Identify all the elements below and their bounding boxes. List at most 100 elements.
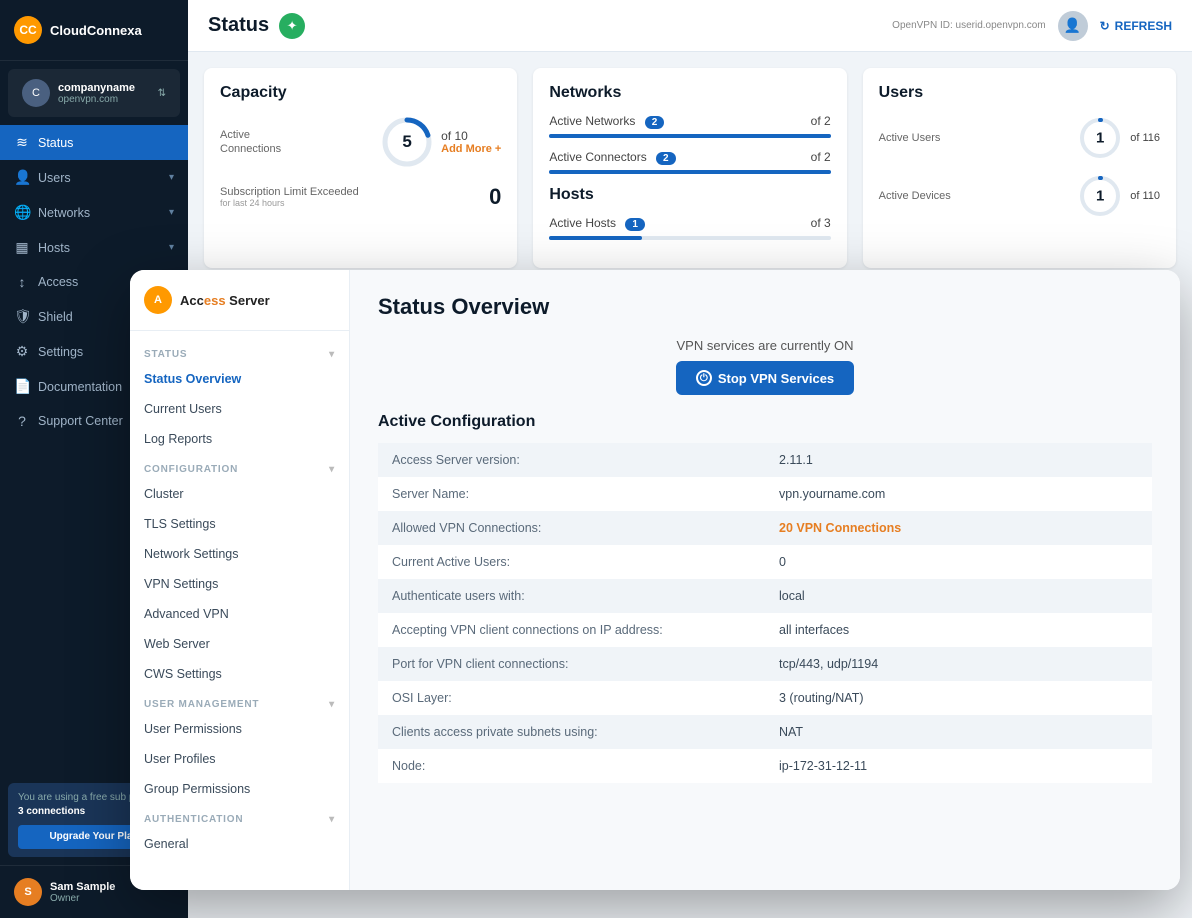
as-section-user-management: USER MANAGEMENT ▾ <box>130 689 349 714</box>
avatar: S <box>14 878 42 906</box>
sidebar-item-networks[interactable]: 🌐 Networks ▾ <box>0 195 188 230</box>
chevron-down-icon[interactable]: ▾ <box>329 699 335 710</box>
config-value: 3 (routing/NAT) <box>765 681 1152 715</box>
active-connectors-badge: 2 <box>656 152 676 165</box>
networks-icon: 🌐 <box>14 204 30 221</box>
config-label: Node: <box>378 749 765 783</box>
as-nav-tls-settings[interactable]: TLS Settings <box>130 509 349 539</box>
active-config-title: Active Configuration <box>378 413 1152 431</box>
user-management-section-label: USER MANAGEMENT <box>144 699 259 710</box>
as-nav: STATUS ▾ Status Overview Current Users L… <box>130 331 349 890</box>
active-devices-donut: 1 <box>1076 172 1124 220</box>
sidebar-item-label: Users <box>38 171 161 185</box>
exceeded-sub: for last 24 hours <box>220 198 359 208</box>
cc-logo-icon: CC <box>14 16 42 44</box>
refresh-button[interactable]: ↻ REFRESH <box>1100 19 1172 33</box>
chevron-down-icon[interactable]: ▾ <box>329 464 335 475</box>
as-nav-advanced-vpn[interactable]: Advanced VPN <box>130 599 349 629</box>
active-connectors-label: Active Connectors 2 <box>549 150 675 164</box>
table-row: Node:ip-172-31-12-11 <box>378 749 1152 783</box>
as-nav-user-permissions[interactable]: User Permissions <box>130 714 349 744</box>
active-devices-of: of 110 <box>1130 190 1160 202</box>
config-value: all interfaces <box>765 613 1152 647</box>
config-value: local <box>765 579 1152 613</box>
as-nav-group-permissions[interactable]: Group Permissions <box>130 774 349 804</box>
stop-vpn-button[interactable]: ⏻ Stop VPN Services <box>676 361 854 395</box>
power-icon: ⏻ <box>696 370 712 386</box>
status-grid: Capacity ActiveConnections 5 of 10 Add M… <box>188 52 1192 284</box>
networks-card: Networks Active Networks 2 of 2 Active C… <box>533 68 846 268</box>
chevron-down-icon: ▾ <box>169 172 174 183</box>
config-value: 0 <box>765 545 1152 579</box>
shield-icon: 🛡 <box>14 308 30 325</box>
as-nav-status-overview[interactable]: Status Overview <box>130 364 349 394</box>
config-value: tcp/443, udp/1194 <box>765 647 1152 681</box>
vpn-status-section: VPN services are currently ON ⏻ Stop VPN… <box>378 338 1152 395</box>
as-nav-web-server[interactable]: Web Server <box>130 629 349 659</box>
sidebar-item-hosts[interactable]: ▦ Hosts ▾ <box>0 230 188 265</box>
as-nav-general[interactable]: General <box>130 829 349 859</box>
access-icon: ↕ <box>14 274 30 290</box>
active-networks-bar <box>549 134 830 138</box>
user-role: Owner <box>50 893 115 904</box>
active-users-donut: 1 <box>1076 114 1124 162</box>
status-icon: ≋ <box>14 134 30 151</box>
openvpn-id-label: OpenVPN ID: userid.openvpn.com <box>892 20 1045 31</box>
capacity-of-value: of 10 <box>441 129 501 143</box>
capacity-title: Capacity <box>220 84 501 102</box>
as-nav-cluster[interactable]: Cluster <box>130 479 349 509</box>
as-section-status: STATUS ▾ <box>130 339 349 364</box>
sidebar-item-label: Hosts <box>38 241 161 255</box>
as-section-authentication: AUTHENTICATION ▾ <box>130 804 349 829</box>
active-users-of: of 116 <box>1130 132 1160 144</box>
chevron-down-icon[interactable]: ▾ <box>329 349 335 360</box>
chevron-down-icon[interactable]: ▾ <box>329 814 335 825</box>
config-value: vpn.yourname.com <box>765 477 1152 511</box>
as-nav-cws-settings[interactable]: CWS Settings <box>130 659 349 689</box>
networks-title: Networks <box>549 84 830 102</box>
as-nav-log-reports[interactable]: Log Reports <box>130 424 349 454</box>
active-networks-label: Active Networks 2 <box>549 114 664 128</box>
sidebar-item-label: Networks <box>38 206 161 220</box>
page-title: Status <box>208 14 269 37</box>
config-value: 20 VPN Connections <box>765 511 1152 545</box>
settings-icon: ⚙ <box>14 343 30 360</box>
sidebar-item-status[interactable]: ≋ Status <box>0 125 188 160</box>
active-config-table: Access Server version:2.11.1Server Name:… <box>378 443 1152 783</box>
table-row: Server Name:vpn.yourname.com <box>378 477 1152 511</box>
as-nav-current-users[interactable]: Current Users <box>130 394 349 424</box>
status-section-label: STATUS <box>144 349 187 360</box>
table-row: Port for VPN client connections:tcp/443,… <box>378 647 1152 681</box>
user-name: Sam Sample <box>50 881 115 893</box>
avatar: C <box>22 79 50 107</box>
as-nav-user-profiles[interactable]: User Profiles <box>130 744 349 774</box>
cc-account-switcher[interactable]: C companyname openvpn.com ⇅ <box>8 69 180 117</box>
support-icon: ? <box>14 413 30 429</box>
config-label: Server Name: <box>378 477 765 511</box>
table-row: Accepting VPN client connections on IP a… <box>378 613 1152 647</box>
user-account-icon[interactable]: 👤 <box>1058 11 1088 41</box>
exceeded-value: 0 <box>489 184 501 210</box>
table-row: Authenticate users with:local <box>378 579 1152 613</box>
chevron-down-icon: ▾ <box>169 207 174 218</box>
sidebar-item-users[interactable]: 👤 Users ▾ <box>0 160 188 195</box>
table-row: Clients access private subnets using:NAT <box>378 715 1152 749</box>
active-networks-of: of 2 <box>811 114 831 128</box>
active-users-label: Active Users <box>879 132 941 144</box>
chevron-down-icon: ⇅ <box>158 88 166 99</box>
config-value: NAT <box>765 715 1152 749</box>
as-nav-network-settings[interactable]: Network Settings <box>130 539 349 569</box>
users-title: Users <box>879 84 1160 102</box>
account-name: companyname <box>58 82 150 94</box>
chevron-down-icon: ▾ <box>169 242 174 253</box>
table-row: Access Server version:2.11.1 <box>378 443 1152 477</box>
config-label: Authenticate users with: <box>378 579 765 613</box>
hosts-icon: ▦ <box>14 239 30 256</box>
add-more-button[interactable]: Add More + <box>441 143 501 155</box>
sidebar-item-label: Status <box>38 136 174 150</box>
active-networks-badge: 2 <box>645 116 665 129</box>
active-connections-label: ActiveConnections <box>220 128 281 157</box>
shield-status-icon: ✦ <box>279 13 305 39</box>
exceeded-label: Subscription Limit Exceeded <box>220 186 359 198</box>
as-nav-vpn-settings[interactable]: VPN Settings <box>130 569 349 599</box>
